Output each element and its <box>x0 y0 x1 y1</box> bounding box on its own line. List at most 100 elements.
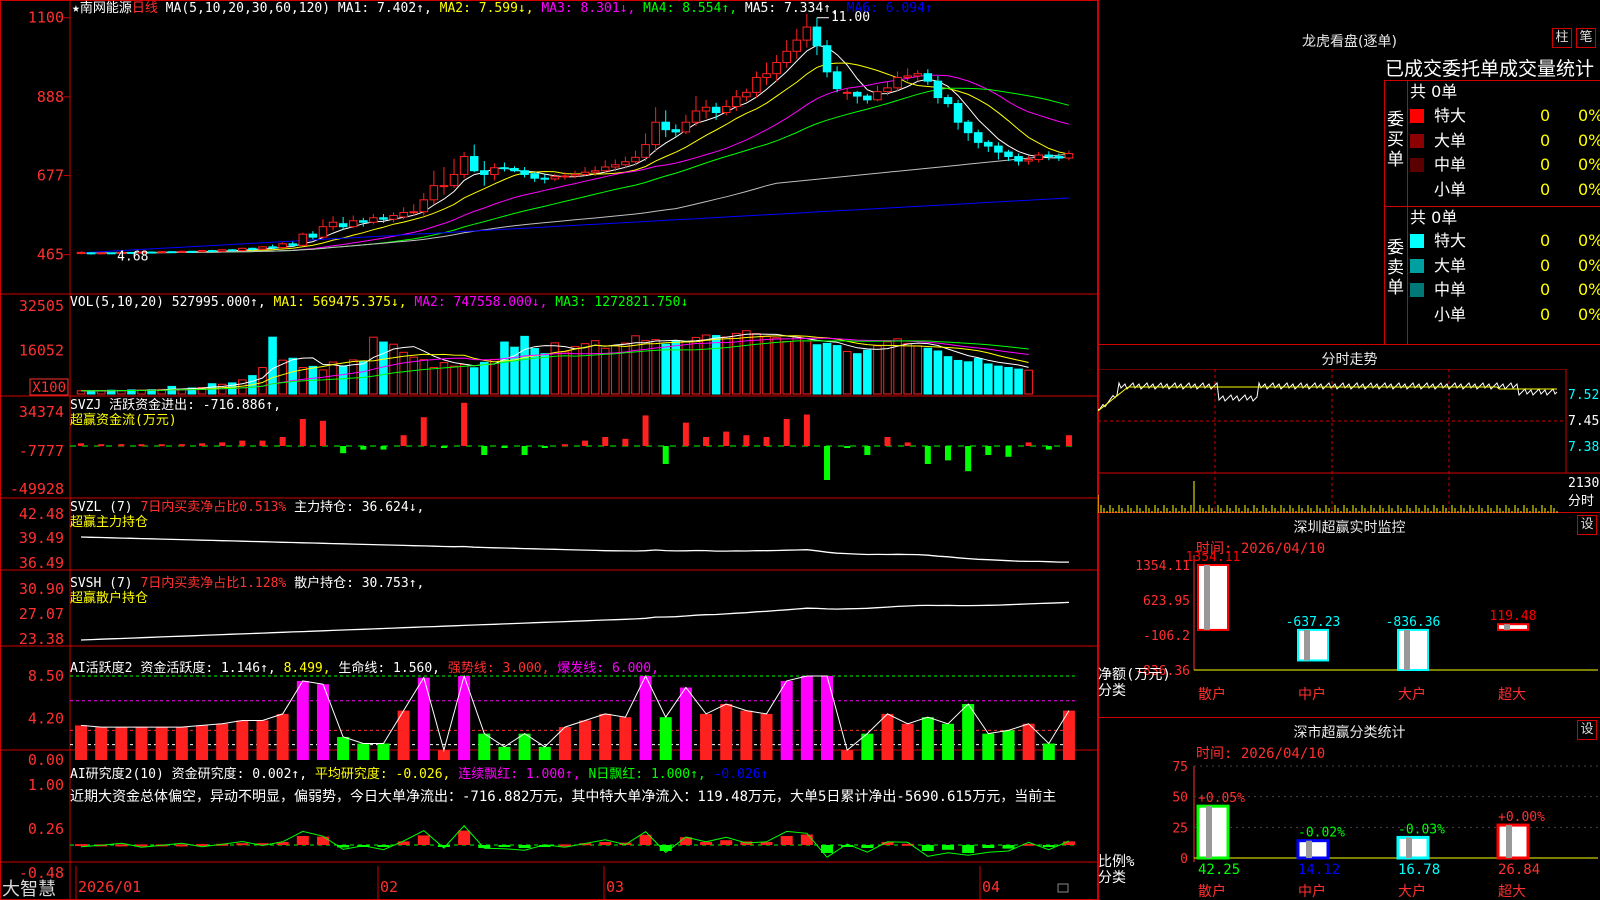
buy-section-label: 委买单 <box>1387 110 1404 170</box>
candle-body <box>268 246 277 249</box>
volume-bar <box>479 361 489 395</box>
svsh-header: SVSH (7) 7日内买卖净占比1.128% 散户持仓: 30.753↑, <box>70 575 424 591</box>
candle-body <box>782 50 791 64</box>
sh-tick: 25 <box>1172 821 1188 836</box>
candle-body <box>973 132 983 143</box>
svzj-bar <box>703 437 710 446</box>
volume-bar <box>449 365 459 395</box>
volume-bar <box>963 361 973 395</box>
svzj-bar <box>1045 446 1052 450</box>
sh-stats-title: 深市超赢分类统计 <box>1293 725 1406 741</box>
volume-bar <box>832 345 842 395</box>
volume-bar <box>318 369 328 395</box>
column-view-button[interactable]: 柱 <box>1552 28 1572 48</box>
color-swatch <box>1410 307 1424 322</box>
brand-label: 大智慧 <box>2 879 56 900</box>
svzj-bar <box>844 446 851 448</box>
svzj-bar <box>561 444 568 447</box>
svzj-bar <box>642 415 649 446</box>
svzj-bar <box>723 431 730 446</box>
ai2-bar <box>75 844 88 847</box>
ai1-bar <box>498 746 511 760</box>
volume-bar <box>1024 369 1033 395</box>
volume-bar <box>238 379 247 395</box>
sz-bar-shade <box>1404 629 1410 670</box>
candle-body <box>469 156 479 172</box>
candle-body <box>86 252 96 255</box>
sz-settings-button[interactable]: 设 <box>1577 515 1597 535</box>
ai1-bar <box>377 743 390 760</box>
svzj-bar <box>279 437 286 446</box>
candle-body <box>752 76 761 93</box>
sz-bar-shade <box>1304 629 1310 661</box>
ai2-bar <box>518 845 531 848</box>
ai1-bar <box>357 743 370 760</box>
ai1-bar <box>1002 730 1015 760</box>
volume-bar <box>691 336 701 395</box>
longhu-title: 龙虎看盘(逐单) <box>1302 34 1397 50</box>
kline-chart-area[interactable]: 110088867746511.004.68★南网能源日线 MA(5,10,20… <box>0 0 1098 900</box>
ai2-bar <box>1002 845 1015 849</box>
svzj-bar <box>783 419 790 446</box>
sz-tick: -106.2 <box>1143 629 1190 644</box>
ai2-tick: 1.00 <box>28 776 64 794</box>
ai2-bar <box>599 842 612 845</box>
candle-body <box>792 39 802 52</box>
intraday-tick: 7.45 <box>1568 414 1599 429</box>
row-label: 大单 <box>1434 255 1467 275</box>
volume-bar <box>96 390 106 395</box>
intraday-tick: 7.38 <box>1568 440 1599 455</box>
row-count: 0 <box>1540 231 1551 250</box>
svzj-bar <box>299 419 306 446</box>
row-label: 小单 <box>1434 304 1467 324</box>
svzj-bar <box>582 440 589 446</box>
candle-body <box>661 121 671 131</box>
volume-bar <box>469 367 479 395</box>
candle-body <box>278 243 287 249</box>
candle-body <box>671 129 681 133</box>
color-swatch <box>1410 133 1424 148</box>
candle-body <box>611 164 620 168</box>
sh-settings-button[interactable]: 设 <box>1577 720 1597 740</box>
sz-bar-label: 1354.11 <box>1186 550 1241 565</box>
ai1-bar <box>619 717 632 760</box>
intraday-title: 分时走势 <box>1321 352 1378 368</box>
volume-bar <box>369 336 378 395</box>
tick-view-button[interactable]: 笔 <box>1576 28 1596 48</box>
ai2-bar <box>780 836 793 845</box>
svzj-bar <box>440 446 447 448</box>
longhu-row-小单: 小单 0 0% <box>1410 178 1600 202</box>
intraday-chart[interactable]: 7.52 7.45 7.38 21303 分时 <box>1098 369 1600 513</box>
candle-body <box>711 106 721 114</box>
sh-bar-shade <box>1306 840 1312 858</box>
date-tick: 04 <box>982 878 1000 896</box>
candle-body <box>107 252 116 255</box>
row-count: 0 <box>1540 155 1551 174</box>
ai2-bar <box>800 834 813 845</box>
longhu-row-特大: 特大 0 0% <box>1410 229 1600 253</box>
svzj-bar <box>1005 446 1012 457</box>
ai1-bar <box>679 687 692 760</box>
ai1-bar <box>478 733 491 760</box>
volume-bar <box>721 336 731 395</box>
row-label: 中单 <box>1434 155 1467 174</box>
sh-bar-value: 16.78 <box>1398 862 1440 878</box>
volume-bar <box>852 353 862 395</box>
candle-body <box>288 243 298 246</box>
sz-bar <box>1297 628 1329 662</box>
svsh-tick: 30.90 <box>19 580 64 598</box>
longhu-row-特大: 特大 0 0% <box>1410 104 1600 128</box>
sz-tick: 623.95 <box>1143 594 1190 609</box>
svzj-bar <box>98 444 105 447</box>
ai1-bar <box>296 680 309 760</box>
candle-body <box>953 103 963 123</box>
longhu-row-中单: 中单 0 0% <box>1410 278 1600 302</box>
sh-bar-shade <box>1206 806 1212 858</box>
svzj-bar <box>138 444 145 447</box>
candle-body <box>984 141 993 147</box>
color-swatch <box>1410 234 1424 248</box>
ma-line-ma6 <box>80 197 1070 254</box>
summary-text: 近期大资金总体偏空，异动不明显，偏弱势，今日大单净流出：-716.882万元，其… <box>70 788 1056 805</box>
ai1-bar <box>760 713 773 760</box>
candle-body <box>248 247 257 250</box>
